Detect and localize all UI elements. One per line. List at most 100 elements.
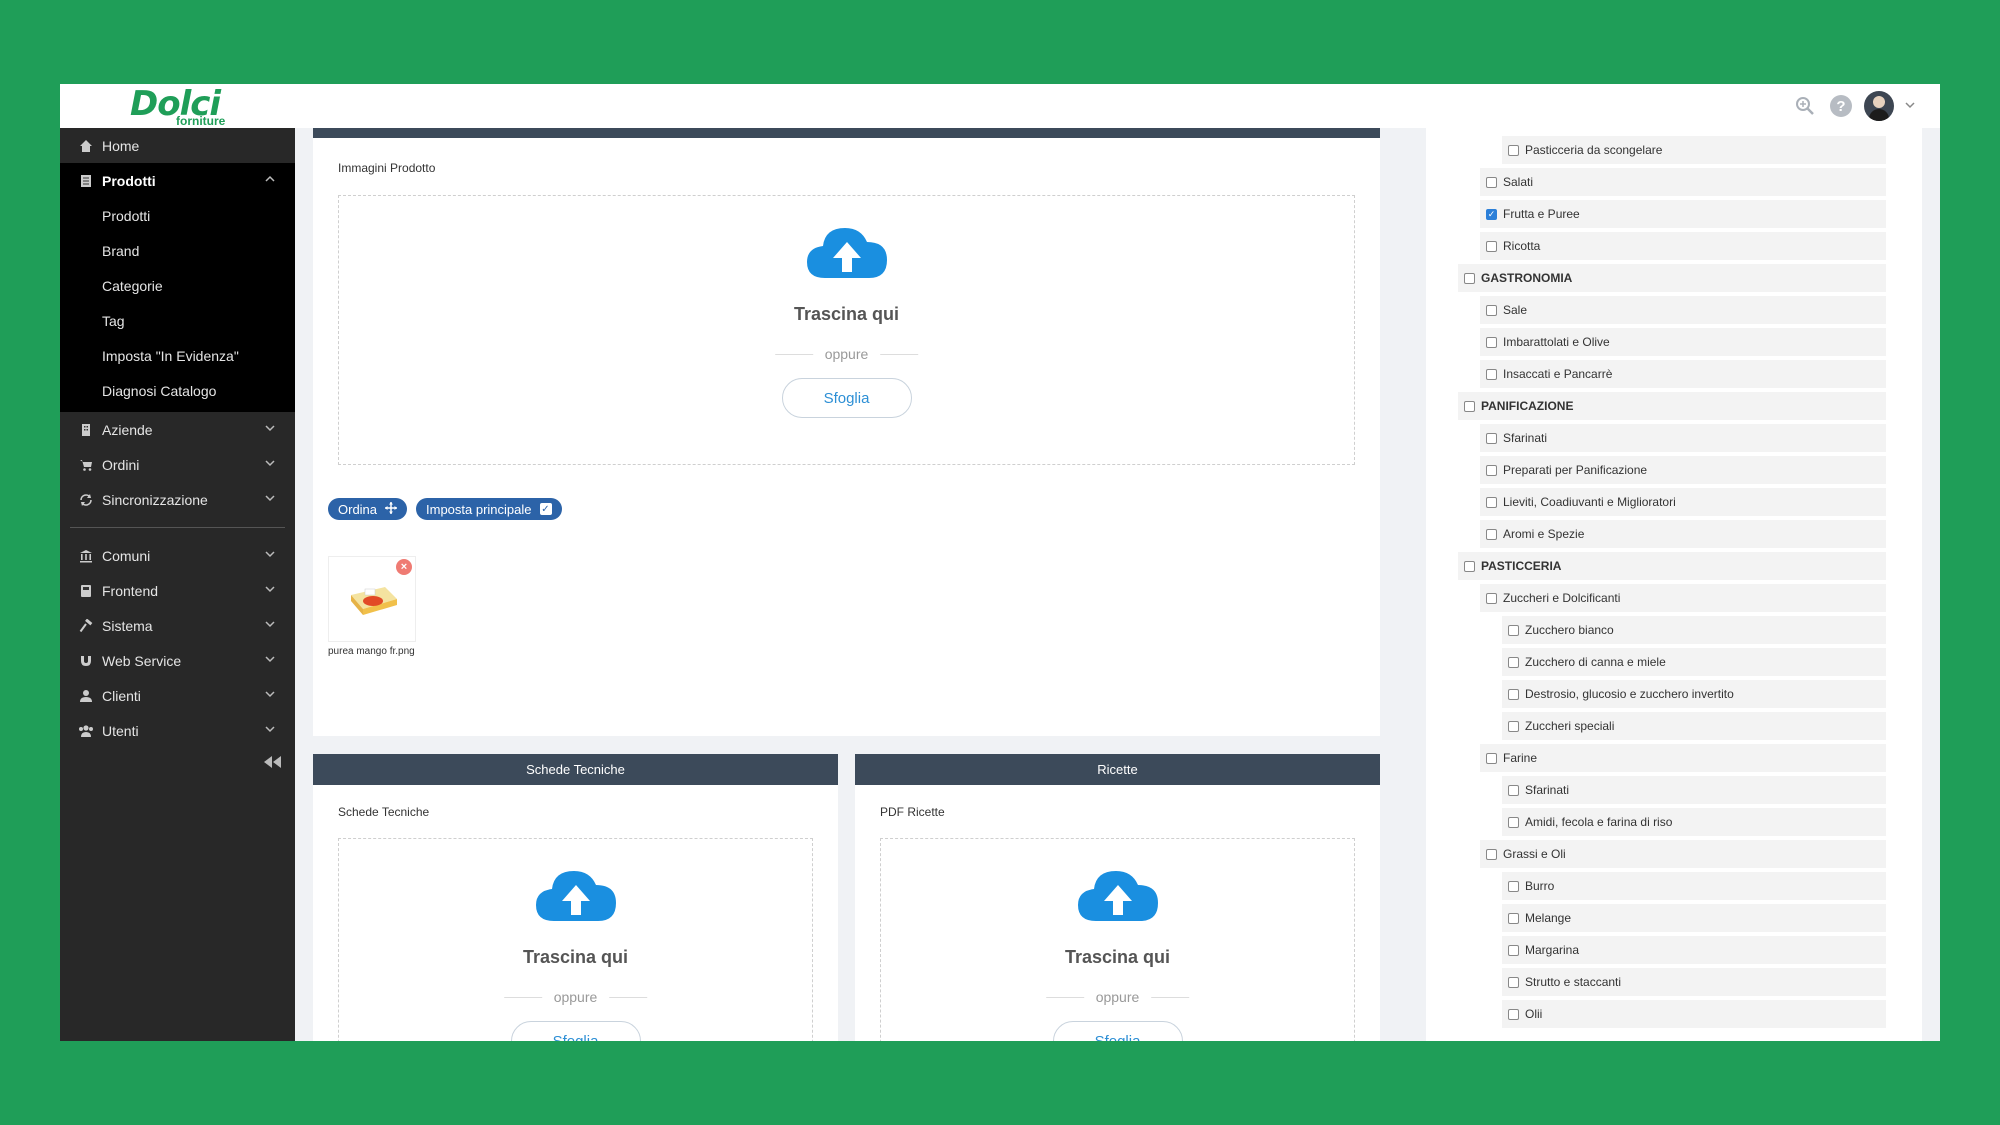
avatar[interactable] bbox=[1864, 91, 1894, 121]
category-checkbox[interactable] bbox=[1508, 944, 1519, 956]
category-checkbox[interactable] bbox=[1464, 560, 1475, 572]
category-item[interactable]: Imbarattolati e Olive bbox=[1480, 328, 1886, 356]
category-checkbox[interactable] bbox=[1508, 688, 1519, 700]
sidebar-subitem[interactable]: Diagnosi Catalogo bbox=[60, 373, 295, 408]
category-checkbox[interactable] bbox=[1486, 240, 1497, 252]
collapse-sidebar-icon[interactable] bbox=[263, 753, 283, 774]
category-checkbox[interactable] bbox=[1486, 432, 1497, 444]
sidebar-subitem[interactable]: Imposta "In Evidenza" bbox=[60, 338, 295, 373]
category-item[interactable]: Aromi e Spezie bbox=[1480, 520, 1886, 548]
category-checkbox[interactable]: ✓ bbox=[1486, 208, 1497, 220]
category-checkbox[interactable] bbox=[1508, 144, 1519, 156]
category-item[interactable]: Sfarinati bbox=[1480, 424, 1886, 452]
category-item[interactable]: Zucchero bianco bbox=[1502, 616, 1886, 644]
category-checkbox[interactable] bbox=[1508, 912, 1519, 924]
category-checkbox[interactable] bbox=[1486, 496, 1497, 508]
category-item[interactable]: Ricotta bbox=[1480, 232, 1886, 260]
images-panel: Immagini Prodotto Trascina qui oppure Sf… bbox=[313, 138, 1380, 736]
image-thumbnail[interactable]: × bbox=[328, 556, 416, 642]
sidebar-item-home[interactable]: Home bbox=[60, 128, 295, 163]
category-checkbox[interactable] bbox=[1486, 336, 1497, 348]
category-item[interactable]: Zuccheri e Dolcificanti bbox=[1480, 584, 1886, 612]
sidebar-item-clienti[interactable]: Clienti bbox=[60, 678, 295, 713]
category-checkbox[interactable] bbox=[1486, 304, 1497, 316]
sidebar-item-web-service[interactable]: Web Service bbox=[60, 643, 295, 678]
category-item[interactable]: Preparati per Panificazione bbox=[1480, 456, 1886, 484]
zoom-search-icon[interactable] bbox=[1792, 93, 1818, 119]
category-item[interactable]: Sfarinati bbox=[1502, 776, 1886, 804]
help-icon[interactable]: ? bbox=[1828, 93, 1854, 119]
sidebar-item-aziende[interactable]: Aziende bbox=[60, 412, 295, 447]
category-item[interactable]: Burro bbox=[1502, 872, 1886, 900]
category-item[interactable]: Melange bbox=[1502, 904, 1886, 932]
category-item[interactable]: Pasticceria da scongelare bbox=[1502, 136, 1886, 164]
category-item[interactable]: Destrosio, glucosio e zucchero invertito bbox=[1502, 680, 1886, 708]
category-checkbox[interactable] bbox=[1486, 176, 1497, 188]
tech-sheets-dropzone[interactable]: Trascina qui oppure Sfoglia bbox=[338, 838, 813, 1041]
category-item[interactable]: Salati bbox=[1480, 168, 1886, 196]
category-label: PASTICCERIA bbox=[1481, 559, 1562, 573]
category-label: Frutta e Puree bbox=[1503, 207, 1580, 221]
category-checkbox[interactable] bbox=[1508, 880, 1519, 892]
category-item[interactable]: Strutto e staccanti bbox=[1502, 968, 1886, 996]
sidebar-subitem[interactable]: Categorie bbox=[60, 268, 295, 303]
logo[interactable]: Dolci forniture bbox=[130, 84, 270, 128]
images-browse-button[interactable]: Sfoglia bbox=[781, 378, 912, 418]
category-item[interactable]: Olii bbox=[1502, 1000, 1886, 1028]
category-item[interactable]: Zuccheri speciali bbox=[1502, 712, 1886, 740]
category-checkbox[interactable] bbox=[1464, 400, 1475, 412]
chevron-down-icon[interactable] bbox=[1904, 98, 1916, 114]
category-item[interactable]: ✓ Frutta e Puree bbox=[1480, 200, 1886, 228]
sidebar-item-ordini[interactable]: Ordini bbox=[60, 447, 295, 482]
sidebar-item-utenti[interactable]: Utenti bbox=[60, 713, 295, 748]
images-or-divider: oppure bbox=[774, 346, 919, 362]
images-dropzone[interactable]: Trascina qui oppure Sfoglia bbox=[338, 195, 1355, 465]
category-item[interactable]: GASTRONOMIA bbox=[1458, 264, 1886, 292]
recipes-browse-button[interactable]: Sfoglia bbox=[1052, 1021, 1183, 1041]
sidebar-item-sistema[interactable]: Sistema bbox=[60, 608, 295, 643]
category-label: Insaccati e Pancarrè bbox=[1503, 367, 1613, 381]
remove-image-icon[interactable]: × bbox=[396, 559, 412, 575]
category-checkbox[interactable] bbox=[1486, 752, 1497, 764]
category-checkbox[interactable] bbox=[1486, 592, 1497, 604]
category-item[interactable]: Farine bbox=[1480, 744, 1886, 772]
category-label: Burro bbox=[1525, 879, 1555, 893]
tech-sheets-browse-button[interactable]: Sfoglia bbox=[510, 1021, 641, 1041]
sidebar-subitem[interactable]: Prodotti bbox=[60, 198, 295, 233]
sidebar-subitem[interactable]: Tag bbox=[60, 303, 295, 338]
category-checkbox[interactable] bbox=[1486, 368, 1497, 380]
sidebar-item-frontend[interactable]: Frontend bbox=[60, 573, 295, 608]
sidebar-item-comuni[interactable]: Comuni bbox=[60, 538, 295, 573]
category-item[interactable]: Amidi, fecola e farina di riso bbox=[1502, 808, 1886, 836]
category-checkbox[interactable] bbox=[1508, 624, 1519, 636]
category-checkbox[interactable] bbox=[1486, 464, 1497, 476]
sidebar-item-sincronizzazione[interactable]: Sincronizzazione bbox=[60, 482, 295, 517]
category-item[interactable]: Sale bbox=[1480, 296, 1886, 324]
category-item[interactable]: PASTICCERIA bbox=[1458, 552, 1886, 580]
category-item[interactable]: Zucchero di canna e miele bbox=[1502, 648, 1886, 676]
top-icons: ? bbox=[1792, 91, 1916, 121]
category-checkbox[interactable] bbox=[1508, 720, 1519, 732]
category-checkbox[interactable] bbox=[1508, 816, 1519, 828]
category-checkbox[interactable] bbox=[1508, 976, 1519, 988]
category-item[interactable]: Grassi e Oli bbox=[1480, 840, 1886, 868]
category-item[interactable]: Lieviti, Coadiuvanti e Miglioratori bbox=[1480, 488, 1886, 516]
sidebar-subitem[interactable]: Brand bbox=[60, 233, 295, 268]
category-item[interactable]: PANIFICAZIONE bbox=[1458, 392, 1886, 420]
category-checkbox[interactable] bbox=[1508, 784, 1519, 796]
category-checkbox[interactable] bbox=[1508, 656, 1519, 668]
sidebar-item-prodotti[interactable]: Prodotti bbox=[60, 163, 295, 198]
checkbox-icon: ✓ bbox=[539, 503, 552, 515]
scroll-rail[interactable] bbox=[1922, 128, 1940, 1041]
category-checkbox[interactable] bbox=[1486, 848, 1497, 860]
category-checkbox[interactable] bbox=[1486, 528, 1497, 540]
category-label: Margarina bbox=[1525, 943, 1580, 957]
order-button[interactable]: Ordina bbox=[328, 498, 408, 520]
recipes-dropzone[interactable]: Trascina qui oppure Sfoglia bbox=[880, 838, 1355, 1041]
sidebar-item-label: Sincronizzazione bbox=[102, 491, 208, 508]
category-checkbox[interactable] bbox=[1464, 272, 1475, 284]
category-checkbox[interactable] bbox=[1508, 1008, 1519, 1020]
category-item[interactable]: Margarina bbox=[1502, 936, 1886, 964]
set-main-button[interactable]: Imposta principale ✓ bbox=[416, 498, 562, 520]
category-item[interactable]: Insaccati e Pancarrè bbox=[1480, 360, 1886, 388]
